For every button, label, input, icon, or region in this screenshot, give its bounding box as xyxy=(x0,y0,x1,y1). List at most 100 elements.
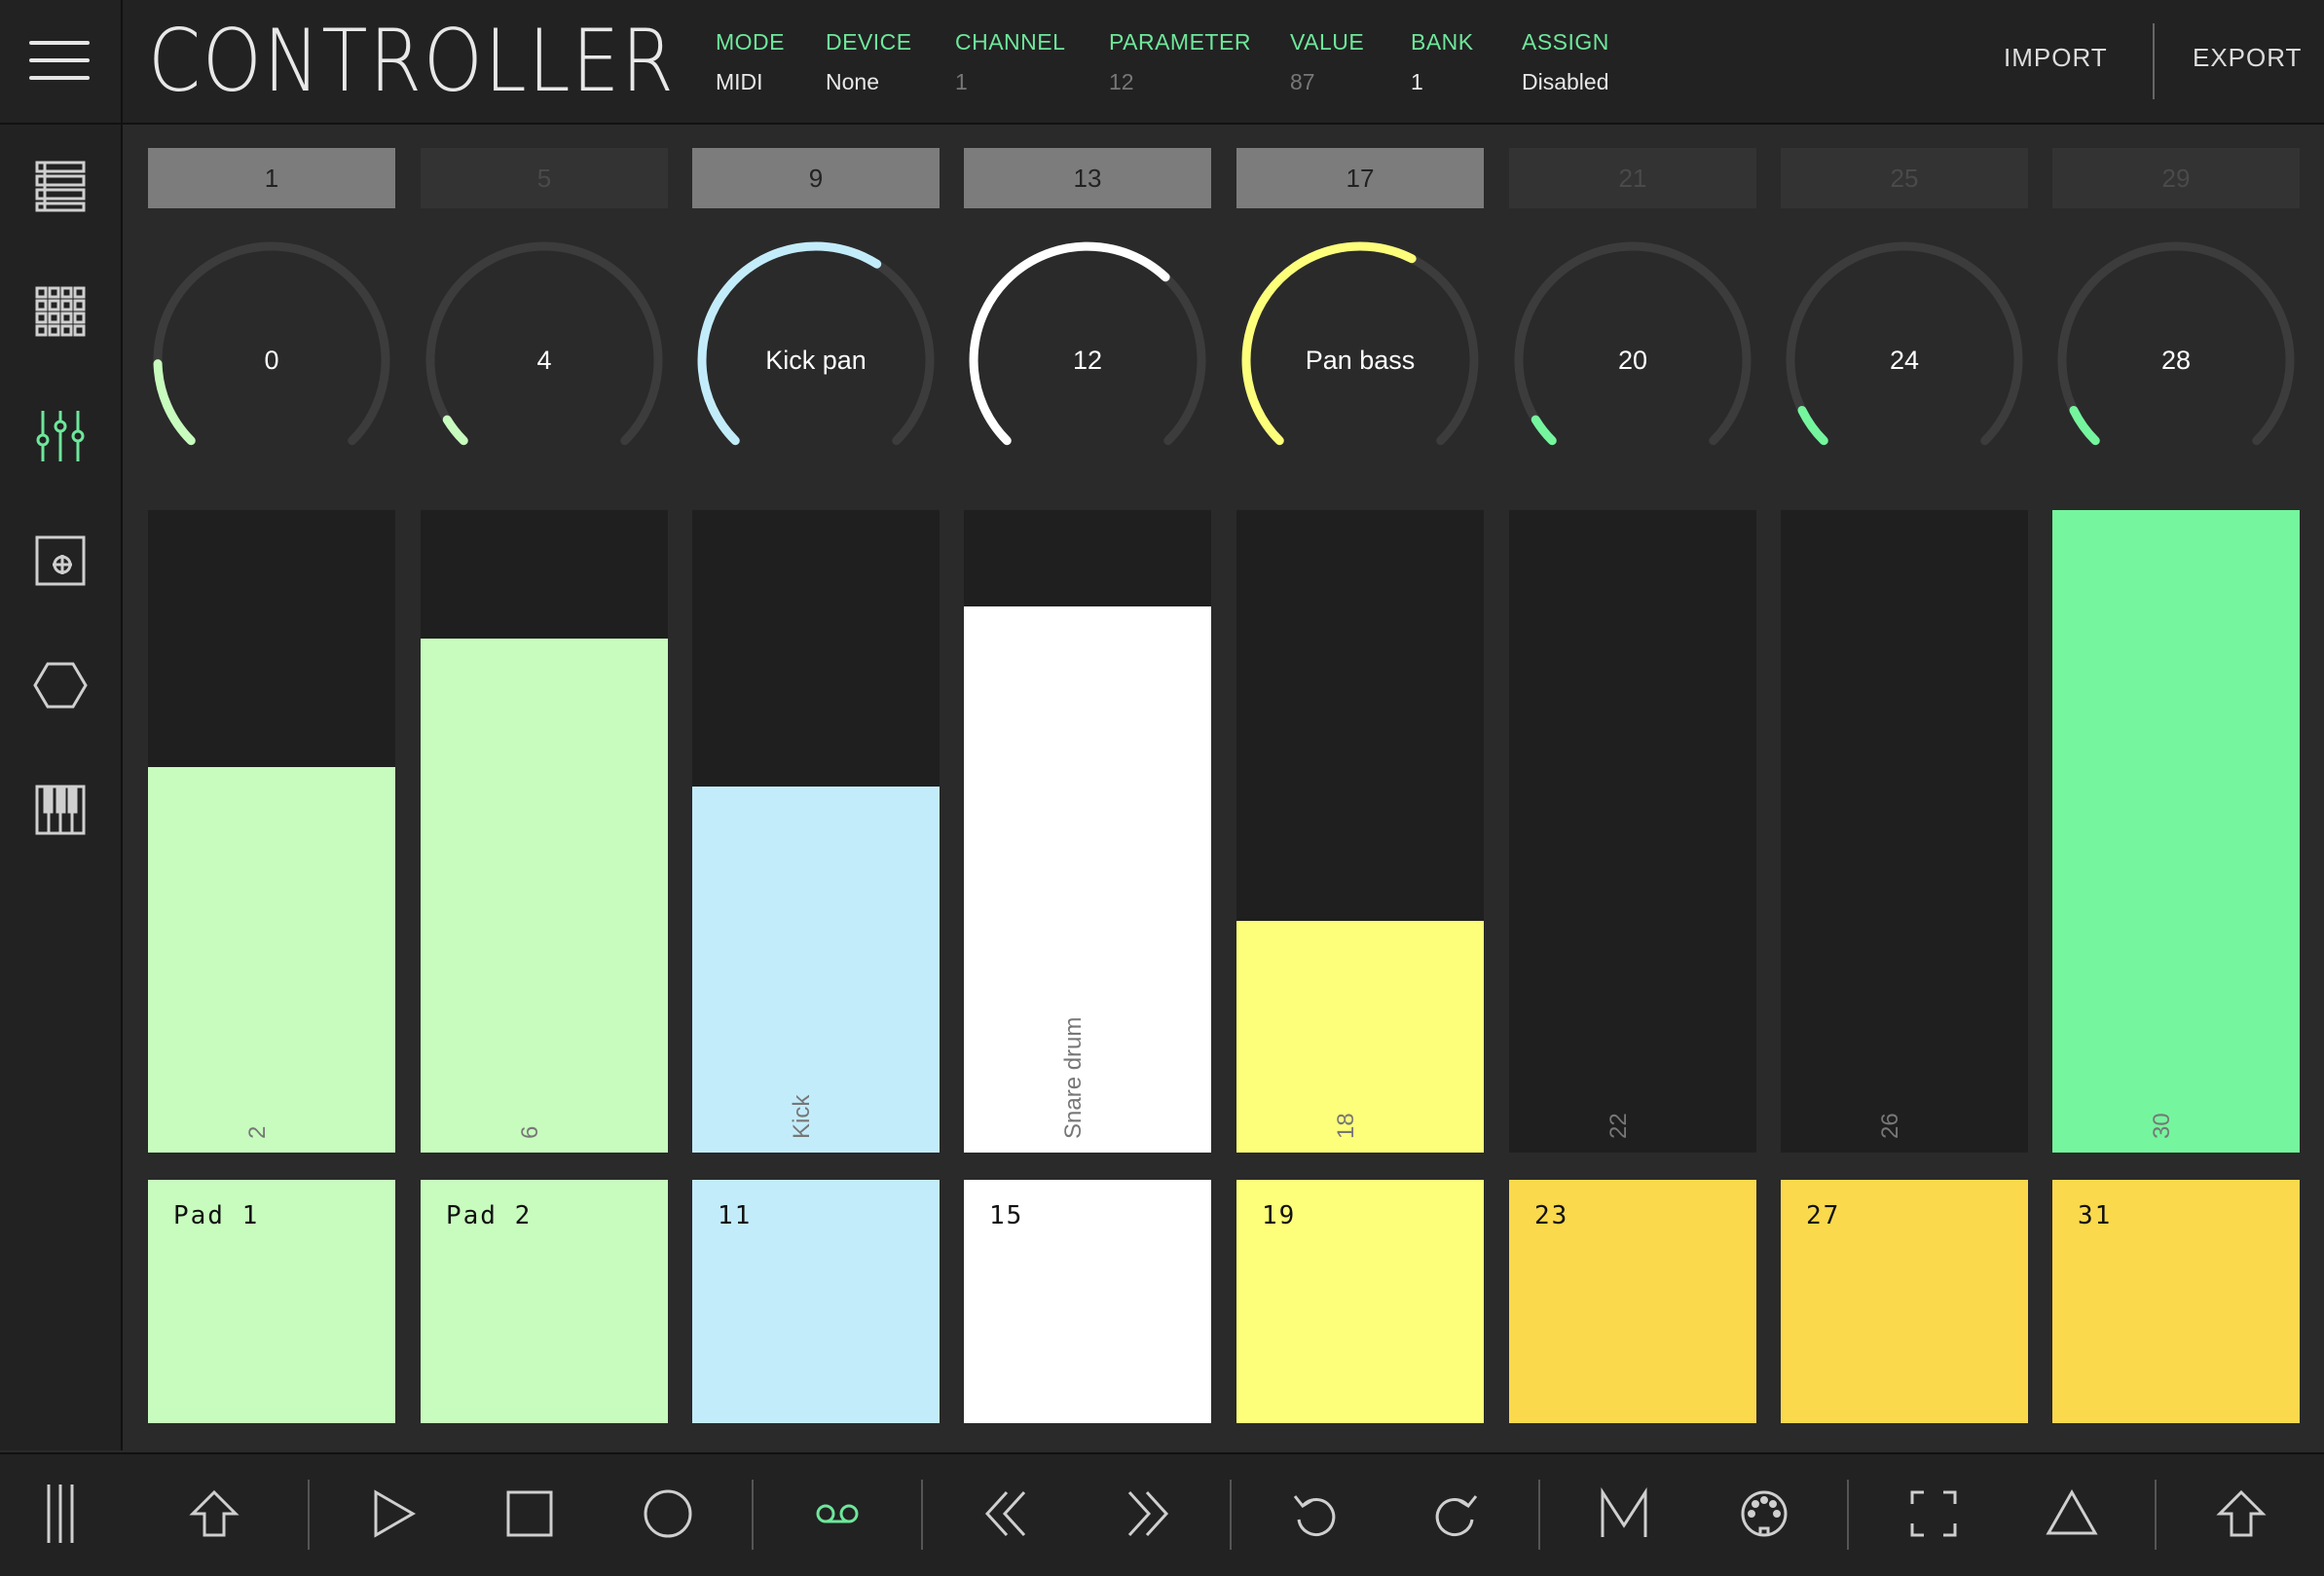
channel-value: 1 xyxy=(955,69,968,94)
rewind-icon[interactable] xyxy=(978,1484,1036,1543)
fast-forward-icon[interactable] xyxy=(1118,1484,1176,1543)
fader-fill xyxy=(1236,921,1484,1153)
knob-label: 0 xyxy=(264,345,279,375)
record-icon[interactable] xyxy=(639,1484,697,1543)
redo-icon[interactable] xyxy=(1425,1484,1484,1543)
mixer-sliders-icon[interactable] xyxy=(31,407,90,465)
knob-2[interactable]: 4 xyxy=(421,237,668,484)
header-device[interactable]: DEVICE None xyxy=(826,27,912,96)
menu-button[interactable] xyxy=(0,0,123,123)
knob-label: Pan bass xyxy=(1305,345,1416,375)
knob-label: 28 xyxy=(2160,345,2192,375)
play-icon[interactable] xyxy=(364,1484,423,1543)
xy-pad-icon[interactable] xyxy=(31,531,90,590)
triangle-icon[interactable] xyxy=(2043,1484,2101,1543)
fullscreen-icon[interactable] xyxy=(1904,1484,1963,1543)
knob-8[interactable]: 28 xyxy=(2052,237,2300,484)
device-value: None xyxy=(826,69,879,94)
toolbar-divider xyxy=(752,1480,754,1550)
piano-keys-icon[interactable] xyxy=(31,781,90,839)
bank-button-1[interactable]: 1 xyxy=(148,148,395,208)
knob-7[interactable]: 24 xyxy=(1781,237,2028,484)
fader-5[interactable]: 18 xyxy=(1236,510,1484,1153)
pad-label: 15 xyxy=(989,1201,1024,1230)
pad-1[interactable]: Pad 1 xyxy=(148,1180,395,1423)
toolbar-divider xyxy=(1538,1480,1540,1550)
knob-3[interactable]: Kick pan xyxy=(692,237,940,484)
fader-label: 26 xyxy=(1877,1113,1903,1139)
header-channel[interactable]: CHANNEL 1 xyxy=(955,27,1065,96)
fader-label: 30 xyxy=(2149,1113,2175,1139)
assign-label: ASSIGN xyxy=(1522,29,1609,55)
pad-6[interactable]: 23 xyxy=(1509,1180,1756,1423)
fader-4[interactable]: Snare drum xyxy=(964,510,1211,1153)
bank-button-4[interactable]: 13 xyxy=(964,148,1211,208)
loop-tape-icon[interactable] xyxy=(808,1484,867,1543)
knob-1[interactable]: 0 xyxy=(148,237,395,484)
bank-button-5[interactable]: 17 xyxy=(1236,148,1484,208)
fader-6[interactable]: 22 xyxy=(1509,510,1756,1153)
bank-button-3[interactable]: 9 xyxy=(692,148,940,208)
header-divider xyxy=(2153,23,2155,99)
header-parameter[interactable]: PARAMETER 12 xyxy=(1109,27,1251,96)
knob-4[interactable]: 12 xyxy=(964,237,1211,484)
fader-fill xyxy=(148,767,395,1153)
knob-6[interactable]: 20 xyxy=(1509,237,1756,484)
value-value: 87 xyxy=(1290,69,1315,94)
value-label: VALUE xyxy=(1290,29,1365,55)
shift-up-icon[interactable] xyxy=(185,1484,243,1543)
import-button[interactable]: IMPORT xyxy=(2004,43,2108,73)
pad-label: Pad 1 xyxy=(173,1201,260,1230)
header-assign[interactable]: ASSIGN Disabled xyxy=(1522,27,1609,96)
fader-1[interactable]: 2 xyxy=(148,510,395,1153)
knob-label: 4 xyxy=(536,345,552,375)
knob-label: Kick pan xyxy=(765,345,867,375)
pad-label: 27 xyxy=(1806,1201,1841,1230)
fader-label: 6 xyxy=(517,1125,543,1139)
bank-button-6[interactable]: 21 xyxy=(1509,148,1756,208)
pad-4[interactable]: 15 xyxy=(964,1180,1211,1423)
toolbar-divider xyxy=(921,1480,923,1550)
fader-fill xyxy=(692,786,940,1153)
knob-label: 20 xyxy=(1617,345,1648,375)
fader-fill xyxy=(421,639,668,1153)
knob-5[interactable]: Pan bass xyxy=(1236,237,1484,484)
midi-port-icon[interactable] xyxy=(1735,1484,1793,1543)
fader-fill xyxy=(964,606,1211,1153)
grid-icon[interactable] xyxy=(31,282,90,341)
bank-button-2[interactable]: 5 xyxy=(421,148,668,208)
pad-label: 19 xyxy=(1262,1201,1297,1230)
export-button[interactable]: EXPORT xyxy=(2193,43,2302,73)
stop-icon[interactable] xyxy=(500,1484,559,1543)
pad-label: 31 xyxy=(2078,1201,2113,1230)
pad-3[interactable]: 11 xyxy=(692,1180,940,1423)
bank-value: 1 xyxy=(1411,69,1423,94)
fader-7[interactable]: 26 xyxy=(1781,510,2028,1153)
mode-value: MIDI xyxy=(716,69,763,94)
bank-button-8[interactable]: 29 xyxy=(2052,148,2300,208)
header-bank[interactable]: BANK 1 xyxy=(1411,27,1474,96)
hexagon-icon[interactable] xyxy=(31,656,90,715)
fader-3[interactable]: Kick xyxy=(692,510,940,1153)
fader-8[interactable]: 30 xyxy=(2052,510,2300,1153)
bank-button-7[interactable]: 25 xyxy=(1781,148,2028,208)
assign-value: Disabled xyxy=(1522,69,1609,94)
shift-up-icon-right[interactable] xyxy=(2212,1484,2270,1543)
side-panel-icon[interactable] xyxy=(31,1483,90,1543)
metronome-m-icon[interactable] xyxy=(1595,1484,1653,1543)
pad-8[interactable]: 31 xyxy=(2052,1180,2300,1423)
fader-2[interactable]: 6 xyxy=(421,510,668,1153)
device-label: DEVICE xyxy=(826,29,912,55)
header-value[interactable]: VALUE 87 xyxy=(1290,27,1364,96)
fader-label: Snare drum xyxy=(1060,1016,1087,1139)
parameter-label: PARAMETER xyxy=(1109,29,1251,55)
pad-2[interactable]: Pad 2 xyxy=(421,1180,668,1423)
pad-5[interactable]: 19 xyxy=(1236,1180,1484,1423)
pad-7[interactable]: 27 xyxy=(1781,1180,2028,1423)
undo-icon[interactable] xyxy=(1287,1484,1346,1543)
fader-label: 2 xyxy=(244,1125,271,1139)
list-icon[interactable] xyxy=(31,157,90,215)
fader-label: Kick xyxy=(789,1094,815,1139)
header-mode[interactable]: MODE MIDI xyxy=(716,27,785,96)
app-title: CONTROLLER xyxy=(148,11,676,111)
